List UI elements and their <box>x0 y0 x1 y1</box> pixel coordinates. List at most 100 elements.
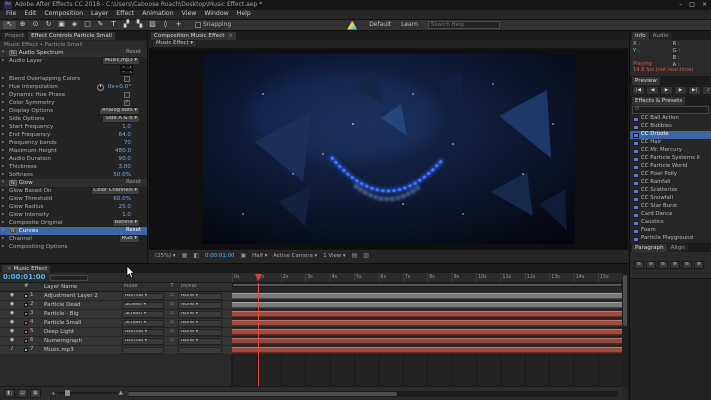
disclosure-triangle-icon[interactable]: ▸ <box>2 77 7 82</box>
timeline-zoom-slider[interactable]: ▲ ▲ <box>52 390 123 396</box>
property-checkbox[interactable] <box>124 76 130 82</box>
disclosure-triangle-icon[interactable]: ▸ <box>2 221 7 226</box>
effect-property-start-frequency[interactable]: ▸Start Frequency1.0 <box>0 123 147 131</box>
property-value[interactable]: 70 <box>124 140 131 146</box>
disclosure-triangle-icon[interactable]: ▸ <box>2 213 7 218</box>
zoom-out-icon[interactable]: ▲ <box>52 392 55 396</box>
layer-row-music-mp3[interactable]: ♪7Music.mp3 <box>0 346 232 355</box>
property-dropdown[interactable]: Color Channels ▾ <box>91 187 140 195</box>
effect-property-audio-layer[interactable]: ▸Audio LayerMusic.mp3 ▾ <box>0 57 147 65</box>
tab-paragraph[interactable]: Paragraph <box>632 244 667 252</box>
disclosure-triangle-icon[interactable]: ▾ <box>2 229 7 234</box>
disclosure-triangle-icon[interactable]: ▸ <box>2 165 7 170</box>
disclosure-triangle-icon[interactable]: ▾ <box>2 181 7 186</box>
layer-color-chip[interactable] <box>24 348 28 352</box>
disclosure-triangle-icon[interactable]: ▸ <box>2 237 7 242</box>
property-dropdown[interactable]: Side A & B ▾ <box>102 115 140 123</box>
layer-trkmat-dropdown[interactable]: None ▾ <box>178 320 222 327</box>
effect-item-card-dance[interactable]: Card Dance <box>630 211 711 219</box>
layer-trkmat-dropdown[interactable]: None ▾ <box>178 338 222 345</box>
effect-item-caustics[interactable]: Caustics <box>630 219 711 227</box>
disclosure-triangle-icon[interactable]: ▸ <box>2 149 7 154</box>
layer-color-chip[interactable] <box>24 312 28 316</box>
effect-item-particle-playground[interactable]: Particle Playground <box>630 235 711 243</box>
layer-name[interactable]: Particle - Big <box>44 311 122 317</box>
timeline-toggle-2[interactable]: ▦ <box>30 389 41 398</box>
type-tool[interactable]: T <box>107 21 120 29</box>
camera-tool[interactable]: ▣ <box>55 21 68 29</box>
tab-timeline-comp[interactable]: × Music Effect <box>2 265 50 273</box>
effect-item-cc-scatterize[interactable]: CC Scatterize <box>630 187 711 195</box>
minimize-button[interactable]: – <box>679 2 682 9</box>
menu-effect[interactable]: Effect <box>112 11 138 18</box>
effect-item-cc-hair[interactable]: CC Hair <box>630 139 711 147</box>
menu-layer[interactable]: Layer <box>87 11 112 18</box>
layer-t-toggle[interactable]: ▫ <box>166 329 178 335</box>
tab-effects-presets[interactable]: Effects & Presets <box>632 97 685 105</box>
layer-row-particle-dead[interactable]: ◉2Particle DeadScreen ▾▫None ▾ <box>0 301 232 310</box>
property-dropdown[interactable]: Music.mp3 ▾ <box>102 57 140 65</box>
disclosure-triangle-icon[interactable]: ▸ <box>2 125 7 130</box>
help-search-input[interactable] <box>428 21 500 29</box>
timeline-toggle-0[interactable]: ◧ <box>4 389 15 398</box>
disclosure-triangle-icon[interactable]: ▸ <box>2 141 7 146</box>
zoom-tool[interactable]: ⊙ <box>29 21 42 29</box>
menu-composition[interactable]: Composition <box>40 11 87 18</box>
close-tab-icon[interactable]: × <box>7 266 12 272</box>
property-value[interactable]: 3.00 <box>119 164 131 170</box>
layer-mode-dropdown[interactable]: Screen ▾ <box>122 320 164 327</box>
layer-row-adjustment-layer-2[interactable]: ◉1Adjustment Layer 2Normal ▾▫None ▾ <box>0 292 232 301</box>
zoom-slider-thumb[interactable] <box>65 390 70 396</box>
tab-composition[interactable]: Composition Music Effect × <box>151 32 236 40</box>
shape-tool[interactable]: □ <box>81 21 94 29</box>
layer-trkmat-dropdown[interactable] <box>178 347 222 354</box>
exposure-icon[interactable]: ▥ <box>363 253 369 260</box>
reset-link[interactable]: Reset <box>126 228 141 234</box>
workspace-learn[interactable]: Learn <box>401 22 418 29</box>
layer-duration-bar[interactable] <box>232 320 622 326</box>
disclosure-triangle-icon[interactable]: ▸ <box>2 101 7 106</box>
property-dropdown[interactable]: Analog dots ▾ <box>99 107 140 115</box>
disclosure-triangle-icon[interactable]: ▸ <box>2 157 7 162</box>
pixel-aspect-icon[interactable]: ▤ <box>352 253 358 260</box>
align-button-0[interactable]: ≡ <box>634 261 644 269</box>
pen-tool[interactable]: ✎ <box>94 21 107 29</box>
menu-window[interactable]: Window <box>200 11 232 18</box>
effect-property-thickness[interactable]: ▸Thickness3.00 <box>0 163 147 171</box>
timeline-toggle-1[interactable]: ▤ <box>17 389 28 398</box>
effect-property-glow-intensity[interactable]: ▸Glow Intensity1.0 <box>0 211 147 219</box>
property-value[interactable]: 60.0% <box>113 196 131 202</box>
hand-tool[interactable]: ⊕ <box>16 21 29 29</box>
menu-view[interactable]: View <box>178 11 201 18</box>
layer-mode-dropdown[interactable]: Normal ▾ <box>122 329 164 336</box>
effects-search-input[interactable] <box>641 107 706 113</box>
disclosure-triangle-icon[interactable]: ▾ <box>2 51 7 56</box>
property-value[interactable]: 64.0 <box>119 132 131 138</box>
selection-tool[interactable]: ↖ <box>3 21 16 29</box>
reset-link[interactable]: Reset <box>126 180 141 186</box>
effect-property-color-symmetry[interactable]: ▸Color Symmetry✓ <box>0 99 147 107</box>
tab-info[interactable]: Info <box>632 32 649 40</box>
align-button-4[interactable]: ≡ <box>682 261 692 269</box>
disclosure-triangle-icon[interactable]: ▸ <box>2 85 7 90</box>
layer-duration-bar[interactable] <box>232 329 622 335</box>
layer-mode-dropdown[interactable]: Normal ▾ <box>122 293 164 300</box>
effect-item-cc-particle-world[interactable]: CC Particle World <box>630 163 711 171</box>
effect-property-side-options[interactable]: ▸Side OptionsSide A & B ▾ <box>0 115 147 123</box>
tab-effect-controls[interactable]: Effect Controls Particle Small <box>28 32 115 40</box>
layer-visibility-icon[interactable]: ◉ <box>0 338 24 344</box>
current-time-indicator[interactable] <box>258 283 259 386</box>
grid-guides-icon[interactable]: ▦ <box>182 253 188 260</box>
effect-item-cc-bubbles[interactable]: CC Bubbles <box>630 123 711 131</box>
property-value[interactable]: 1.0 <box>122 212 131 218</box>
effect-property-frequency-bands[interactable]: ▸Frequency bands70 <box>0 139 147 147</box>
layer-mode-dropdown[interactable]: Normal ▾ <box>122 338 164 345</box>
layer-name[interactable]: Numerograph <box>44 338 122 344</box>
effect-item-cc-particle-systems-ii[interactable]: CC Particle Systems II <box>630 155 711 163</box>
layer-name[interactable]: Particle Dead <box>44 302 122 308</box>
layer-name[interactable]: Deep Light <box>44 329 122 335</box>
layer-t-toggle[interactable]: ▫ <box>166 302 178 308</box>
layer-mode-dropdown[interactable]: Screen ▾ <box>122 311 164 318</box>
layer-duration-bar[interactable] <box>232 302 622 308</box>
effect-property-softness[interactable]: ▸Softness50.0% <box>0 171 147 179</box>
